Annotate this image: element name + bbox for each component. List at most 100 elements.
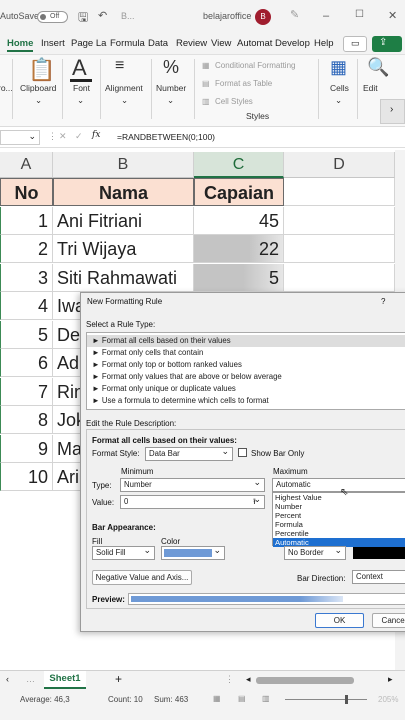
tab-help[interactable]: Help <box>314 38 334 49</box>
table-row-no-cell[interactable]: 4 <box>0 292 53 320</box>
table-row-no-cell[interactable]: 1 <box>0 206 53 235</box>
font-button[interactable]: Font <box>73 83 90 93</box>
scroll-right-icon[interactable]: ▸ <box>388 674 393 685</box>
tab-formulas[interactable]: Formula <box>110 38 145 49</box>
header-cell-no[interactable]: No <box>0 178 53 206</box>
column-header-a[interactable]: A <box>0 152 53 178</box>
format-as-table-button[interactable]: Format as Table <box>215 79 272 88</box>
editing-icon[interactable]: 🔍 <box>367 57 389 78</box>
cell-styles-button[interactable]: Cell Styles <box>215 97 253 106</box>
help-icon[interactable]: ? <box>381 297 385 306</box>
page-layout-icon[interactable]: ▤ <box>238 694 246 703</box>
page-break-icon[interactable]: ▥ <box>262 694 270 703</box>
max-type-select[interactable]: Automatic <box>272 476 405 492</box>
table-row-nama-cell[interactable]: Ani Fitriani <box>53 206 194 235</box>
table-row-capaian-cell[interactable]: 5 <box>194 263 284 292</box>
split-handle-icon[interactable]: ⋮ <box>225 674 234 685</box>
max-type-option[interactable]: Number <box>273 502 405 511</box>
max-type-option[interactable]: Highest Value <box>273 493 405 502</box>
border-color-swatch[interactable] <box>353 547 405 559</box>
percent-icon[interactable]: % <box>163 57 179 78</box>
number-button[interactable]: Number <box>156 83 186 93</box>
show-bar-only-checkbox[interactable] <box>238 448 247 457</box>
empty-cell[interactable] <box>284 263 395 292</box>
column-header-c[interactable]: C <box>194 152 284 178</box>
zoom-level[interactable]: 205% <box>378 695 398 704</box>
add-sheet-button[interactable]: + <box>115 672 122 686</box>
empty-cell[interactable] <box>284 235 395 263</box>
avatar[interactable]: B <box>255 9 271 25</box>
rule-type-item[interactable]: ► Format all cells based on their values <box>87 335 405 347</box>
table-row-capaian-cell[interactable]: 22 <box>194 235 284 263</box>
rule-type-item[interactable]: ► Format only top or bottom ranked value… <box>87 359 405 371</box>
min-value-input[interactable]: 0 <box>120 493 265 509</box>
maximize-icon[interactable]: ☐ <box>355 9 364 20</box>
tab-data[interactable]: Data <box>148 38 168 49</box>
fill-select[interactable]: Solid Fill <box>92 544 155 560</box>
table-row-no-cell[interactable]: 3 <box>0 263 53 292</box>
cells-icon[interactable]: ▦ <box>330 57 347 78</box>
tab-view[interactable]: View <box>211 38 231 49</box>
clipboard-button[interactable]: Clipboard <box>20 83 56 93</box>
pen-icon[interactable]: ✎ <box>290 8 299 21</box>
empty-cell[interactable] <box>284 178 395 206</box>
alignment-button[interactable]: Alignment <box>105 83 143 93</box>
format-style-select[interactable]: Data Bar <box>145 445 233 461</box>
fill-color-select[interactable] <box>161 544 225 560</box>
max-type-option[interactable]: Percent <box>273 511 405 520</box>
comments-button[interactable]: ▭ <box>343 36 367 52</box>
editing-button[interactable]: Edit <box>363 83 378 93</box>
tab-home[interactable]: Home <box>7 38 34 52</box>
column-header-b[interactable]: B <box>53 152 194 178</box>
table-row-no-cell[interactable]: 2 <box>0 235 53 263</box>
header-cell-capaian[interactable]: Capaian <box>194 178 284 206</box>
max-type-option[interactable]: Percentile <box>273 529 405 538</box>
chevron-down-icon[interactable]: ⌄ <box>77 95 84 106</box>
border-select[interactable]: No Border <box>284 544 346 560</box>
zoom-slider-handle[interactable] <box>345 695 348 704</box>
paste-icon[interactable]: 📋 <box>28 57 55 83</box>
fx-icon[interactable]: fx <box>92 130 100 140</box>
more-sheets-icon[interactable]: … <box>26 674 35 684</box>
close-icon[interactable]: ✕ <box>388 9 397 22</box>
tab-developer[interactable]: Develop <box>275 38 310 49</box>
rule-type-item[interactable]: ► Format only unique or duplicate values <box>87 383 405 395</box>
column-header-d[interactable]: D <box>284 152 395 178</box>
table-icon[interactable]: ▤ <box>202 79 210 88</box>
sheet-tab-sheet1[interactable]: Sheet1 <box>44 671 86 689</box>
ribbon-scroll-button[interactable]: › <box>380 99 405 124</box>
chevron-down-icon[interactable]: ⌄ <box>35 95 42 106</box>
cell-styles-icon[interactable]: ▥ <box>202 97 210 106</box>
cancel-icon[interactable]: ✕ <box>59 131 67 142</box>
cancel-button[interactable]: Cancel <box>372 613 405 628</box>
chevron-down-icon[interactable]: ⌄ <box>167 95 174 106</box>
empty-cell[interactable] <box>284 206 395 235</box>
rule-type-item[interactable]: ► Use a formula to determine which cells… <box>87 395 405 407</box>
table-row-no-cell[interactable]: 9 <box>0 434 53 463</box>
normal-view-icon[interactable]: ▦ <box>213 694 221 703</box>
collapse-dialog-icon[interactable]: ⭱ <box>253 496 256 510</box>
tab-page-layout[interactable]: Page La <box>71 38 106 49</box>
table-row-no-cell[interactable]: 7 <box>0 377 53 406</box>
tab-automate[interactable]: Automat <box>237 38 272 49</box>
scroll-left-icon[interactable]: ‹ <box>6 674 9 684</box>
conditional-formatting-button[interactable]: Conditional Formatting <box>215 61 295 70</box>
table-row-nama-cell[interactable]: Tri Wijaya <box>53 235 194 263</box>
table-row-nama-cell[interactable]: Siti Rahmawati <box>53 263 194 292</box>
table-row-capaian-cell[interactable]: 45 <box>194 206 284 235</box>
max-type-option[interactable]: Formula <box>273 520 405 529</box>
table-row-no-cell[interactable]: 8 <box>0 406 53 434</box>
minimize-icon[interactable]: – <box>323 10 329 22</box>
conditional-formatting-icon[interactable]: ▦ <box>202 61 210 70</box>
share-button[interactable]: ⇪ <box>372 36 402 52</box>
save-icon[interactable]: 🖫 <box>78 8 88 29</box>
name-box[interactable]: ⌄ <box>0 130 40 145</box>
table-row-no-cell[interactable]: 6 <box>0 349 53 377</box>
alignment-icon[interactable]: ≡ <box>115 57 124 75</box>
font-icon[interactable]: A <box>72 55 87 81</box>
cells-button[interactable]: Cells <box>330 83 349 93</box>
tab-review[interactable]: Review <box>176 38 207 49</box>
undo-icon[interactable]: ↶ <box>98 9 107 22</box>
rule-type-item[interactable]: ► Format only cells that contain <box>87 347 405 359</box>
min-type-select[interactable]: Number <box>120 476 265 492</box>
